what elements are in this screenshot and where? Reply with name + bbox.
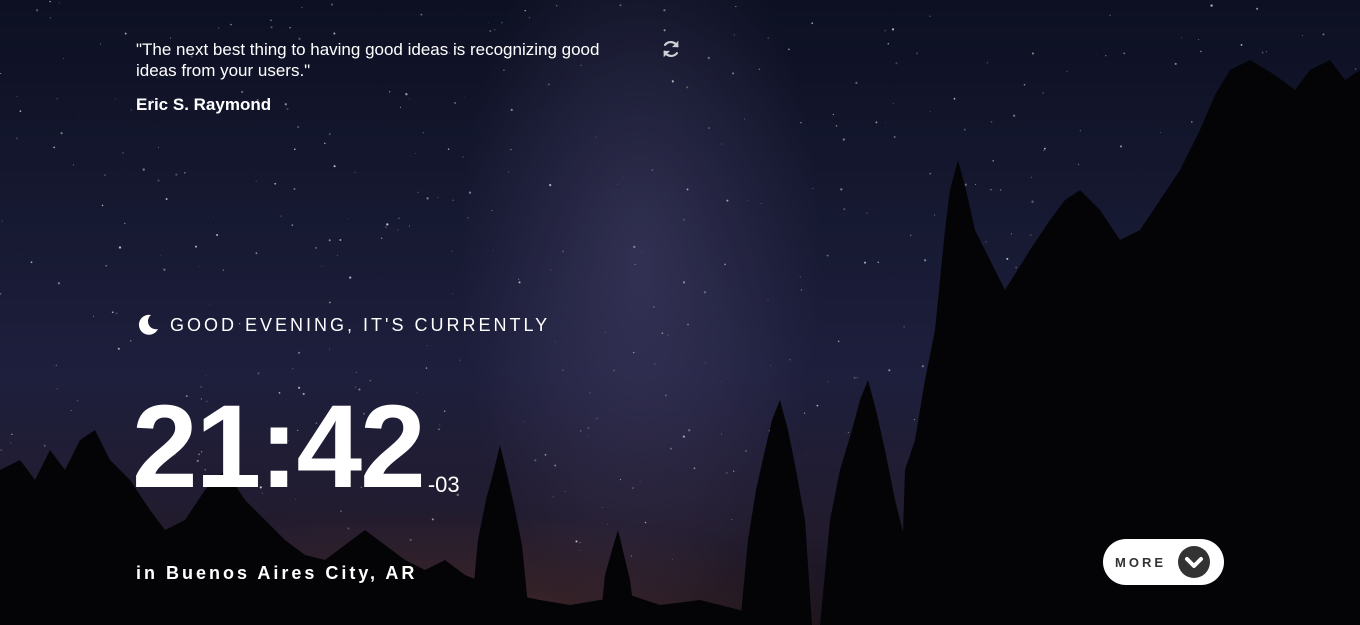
quote-block: "The next best thing to having good idea… <box>136 39 636 115</box>
refresh-icon[interactable] <box>660 38 682 60</box>
clock-timezone: -03 <box>427 472 460 497</box>
location-text: in Buenos Aires City, AR <box>136 563 418 583</box>
greeting-text: GOOD EVENING, IT'S CURRENTLY <box>170 314 551 335</box>
background-scene: "The next best thing to having good idea… <box>0 0 1360 625</box>
clock-time: 21:42 <box>132 381 426 513</box>
greeting: GOOD EVENING, IT'S CURRENTLY <box>136 311 550 339</box>
more-button-label: MORE <box>1115 554 1166 570</box>
more-button[interactable]: MORE <box>1103 539 1224 585</box>
quote-author: Eric S. Raymond <box>136 95 272 114</box>
quote-text: "The next best thing to having good idea… <box>136 40 600 80</box>
moon-icon <box>136 313 160 337</box>
chevron-down-icon <box>1178 546 1210 578</box>
clock: 21:42 -03 <box>132 388 460 506</box>
